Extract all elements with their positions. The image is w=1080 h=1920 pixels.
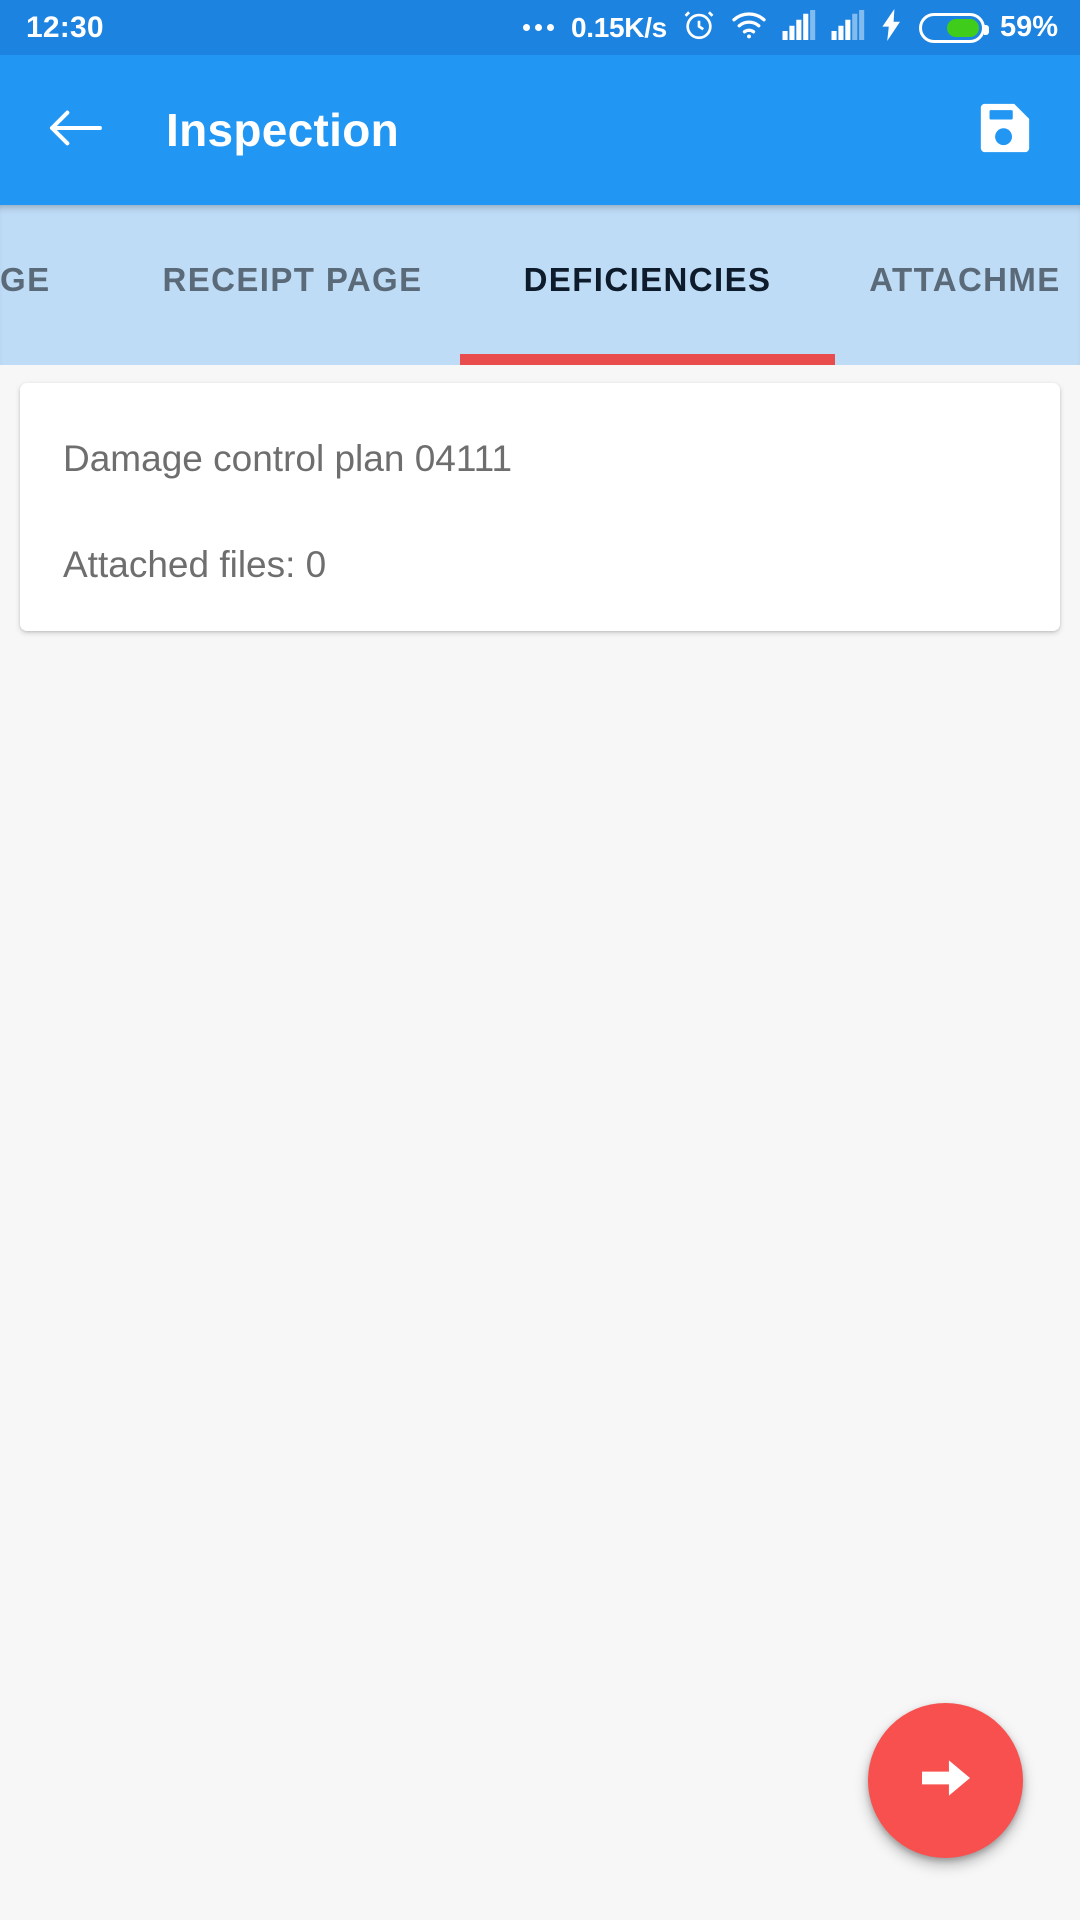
content-area: Damage control plan 04111 Attached files… — [0, 365, 1080, 1920]
tab-deficiencies[interactable]: DEFICIENCIES — [460, 205, 835, 355]
save-button[interactable] — [962, 87, 1048, 173]
signal-sim1-icon — [782, 10, 816, 45]
tab-label: GE — [0, 261, 51, 298]
status-bar-clock: 12:30 — [26, 10, 104, 44]
signal-sim2-icon — [831, 10, 865, 45]
save-floppy-icon — [976, 99, 1034, 162]
next-fab-button[interactable] — [868, 1703, 1023, 1858]
more-dots-icon — [522, 24, 554, 31]
back-button[interactable] — [32, 87, 118, 173]
arrow-right-icon — [914, 1746, 978, 1815]
tab-strip: GE RECEIPT PAGE DEFICIENCIES ATTACHME — [0, 205, 1080, 365]
page-title: Inspection — [166, 104, 400, 156]
battery-percent-label: 59% — [999, 11, 1058, 43]
status-bar: 12:30 0.15K/s 59% — [0, 0, 1080, 55]
deficiency-title: Damage control plan 04111 — [63, 438, 513, 479]
app-root: 12:30 0.15K/s 59% Inspection GE RECEIPT … — [0, 0, 1080, 1920]
tab-active-indicator — [460, 354, 835, 365]
attached-files-count: Attached files: 0 — [63, 544, 327, 585]
tab-receipt-page[interactable]: RECEIPT PAGE — [125, 205, 460, 355]
arrow-left-icon — [46, 105, 104, 156]
charging-bolt-icon — [880, 9, 904, 46]
tab-label: DEFICIENCIES — [523, 261, 772, 298]
tab-attachments[interactable]: ATTACHME — [835, 205, 1080, 355]
battery-icon — [918, 12, 989, 43]
wifi-icon — [731, 10, 767, 45]
tab-label: RECEIPT PAGE — [162, 261, 423, 298]
battery-fill — [947, 18, 979, 37]
deficiency-card[interactable]: Damage control plan 04111 Attached files… — [20, 383, 1060, 631]
status-bar-indicators: 0.15K/s 59% — [522, 8, 1058, 47]
network-speed-label: 0.15K/s — [570, 11, 667, 43]
alarm-clock-icon — [682, 8, 716, 47]
tab-label: ATTACHME — [869, 261, 1061, 298]
tab-previous-page[interactable]: GE — [0, 205, 125, 355]
tab-bar[interactable]: GE RECEIPT PAGE DEFICIENCIES ATTACHME — [0, 205, 1080, 365]
app-bar: Inspection — [0, 55, 1080, 205]
